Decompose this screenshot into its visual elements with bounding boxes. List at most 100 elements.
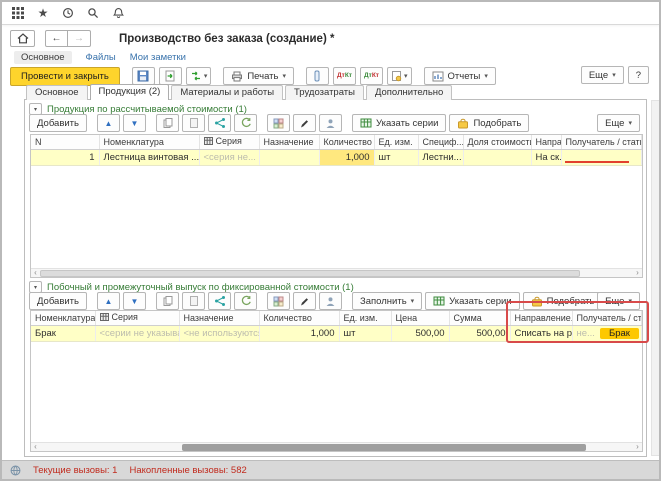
column-header[interactable]: Количество [319,135,374,149]
unit-cell[interactable]: шт [339,325,391,341]
history-icon[interactable] [61,6,75,20]
row-number-cell[interactable]: 1 [31,149,99,165]
column-header[interactable]: Цена [391,311,449,325]
help-button[interactable]: ? [628,66,649,84]
structure-button[interactable] [208,114,231,132]
fill-button[interactable]: Заполнить▾ [352,292,422,310]
move-up-button[interactable]: ▲ [97,292,120,310]
column-header[interactable]: Сумма [449,311,510,325]
post-and-close-button[interactable]: Провести и закрыть [10,67,120,86]
column-header[interactable]: Серия [199,135,259,149]
column-header[interactable]: N [31,135,99,149]
column-header[interactable]: Ед. изм. [374,135,418,149]
section1-more-button[interactable]: Еще▾ [597,114,640,132]
purpose-cell[interactable] [259,149,319,165]
scrollbar-thumb[interactable] [182,444,585,451]
scroll-right-arrow[interactable]: › [633,443,642,451]
assignee-button[interactable] [319,114,342,132]
cost-share-cell[interactable] [463,149,531,165]
column-header[interactable]: Номенклатура [99,135,199,149]
nav-notes-link[interactable]: Мои заметки [130,52,186,63]
series-cell[interactable]: <серии не указыва... [95,325,179,341]
pick-button[interactable]: Подобрать [523,292,603,310]
column-header[interactable]: Напра... [531,135,561,149]
sum-cell[interactable]: 500,00 [449,325,510,341]
structure-button[interactable] [208,292,231,310]
copy-button[interactable] [156,292,179,310]
more-button[interactable]: Еще▾ [581,66,624,84]
scroll-right-arrow[interactable]: › [633,269,642,277]
post-document-button[interactable] [159,67,182,85]
move-down-button[interactable]: ▼ [123,114,146,132]
back-button[interactable]: ← [45,30,68,47]
reports-button[interactable]: Отчеты ▾ [424,67,496,85]
add-button[interactable]: Добавить [29,114,87,132]
sheet-button[interactable] [182,114,205,132]
column-header[interactable]: Назначение [259,135,319,149]
column-header[interactable]: Получатель / статья и а... [561,135,642,149]
assignee-button[interactable] [319,292,342,310]
direction-cell[interactable]: На ск... [531,149,561,165]
column-header[interactable]: Получатель / статья ... [572,311,642,325]
specify-series-button[interactable]: Указать серии [352,114,446,132]
sheet-button[interactable] [182,292,205,310]
move-up-button[interactable]: ▲ [97,114,120,132]
receiver-cell[interactable] [561,149,642,165]
refresh-button[interactable] [234,292,257,310]
nav-files-link[interactable]: Файлы [86,52,116,63]
menu-grid-icon[interactable] [11,6,25,20]
column-header[interactable]: Ед. изм. [339,311,391,325]
column-header[interactable]: Доля стоимости [463,135,531,149]
products-table-hscrollbar[interactable]: ‹ › [31,268,642,277]
pick-button[interactable]: Подобрать [449,114,529,132]
nomenclature-cell[interactable]: Лестница винтовая ... [99,149,199,165]
marking-button[interactable] [306,67,329,85]
movements-button[interactable]: ДтКт [360,67,383,85]
column-header[interactable]: Серия [95,311,179,325]
create-based-on-button[interactable]: ▾ [186,67,212,85]
column-header[interactable]: Количество [259,311,339,325]
tab-main[interactable]: Основное [26,85,88,100]
move-down-button[interactable]: ▼ [123,292,146,310]
multi-edit-button[interactable] [267,292,290,310]
tab-labor[interactable]: Трудозатраты [285,85,364,100]
refresh-button[interactable] [234,114,257,132]
edit-button[interactable] [293,292,316,310]
multi-edit-button[interactable] [267,114,290,132]
column-header[interactable]: Специф... [418,135,463,149]
nav-main[interactable]: Основное [14,51,72,64]
nomenclature-cell[interactable]: Брак [31,325,95,341]
forward-button[interactable]: → [68,30,91,47]
spec-cell[interactable]: Лестни... [418,149,463,165]
add-button[interactable]: Добавить [29,292,87,310]
edit-button[interactable] [293,114,316,132]
column-header[interactable]: Номенклатура [31,311,95,325]
scrollbar-thumb[interactable] [40,270,580,277]
vertical-scroll-area[interactable] [651,100,660,456]
receiver-cell[interactable]: не...Брак [572,325,642,341]
unit-cell[interactable]: шт [374,149,418,165]
dt-kt-button[interactable]: ДтКт [333,67,356,85]
favorites-star-icon[interactable]: ★ [36,6,50,20]
table-row[interactable]: Брак <серии не указыва... <не используют… [31,325,642,341]
notifications-bell-icon[interactable] [111,6,125,20]
series-cell[interactable]: <серия не... [199,149,259,165]
attachments-button[interactable]: ▾ [387,67,412,85]
quantity-cell[interactable]: 1,000 [319,149,374,165]
column-header[interactable]: Назначение [179,311,259,325]
tab-products[interactable]: Продукция (2) [90,84,170,100]
section2-more-button[interactable]: Еще▾ [597,292,640,310]
print-button[interactable]: Печать ▾ [223,67,294,85]
tab-materials[interactable]: Материалы и работы [171,85,283,100]
column-header[interactable]: Направление... [510,311,572,325]
price-cell[interactable]: 500,00 [391,325,449,341]
purpose-cell[interactable]: <не используются> [179,325,259,341]
home-button[interactable] [10,30,35,47]
scroll-left-arrow[interactable]: ‹ [31,443,40,451]
tab-additional[interactable]: Дополнительно [366,85,452,100]
scroll-left-arrow[interactable]: ‹ [31,269,40,277]
byproducts-table-hscrollbar[interactable]: ‹ › [31,442,642,451]
quantity-cell[interactable]: 1,000 [259,325,339,341]
copy-button[interactable] [156,114,179,132]
direction-cell[interactable]: Списать на р... [510,325,572,341]
